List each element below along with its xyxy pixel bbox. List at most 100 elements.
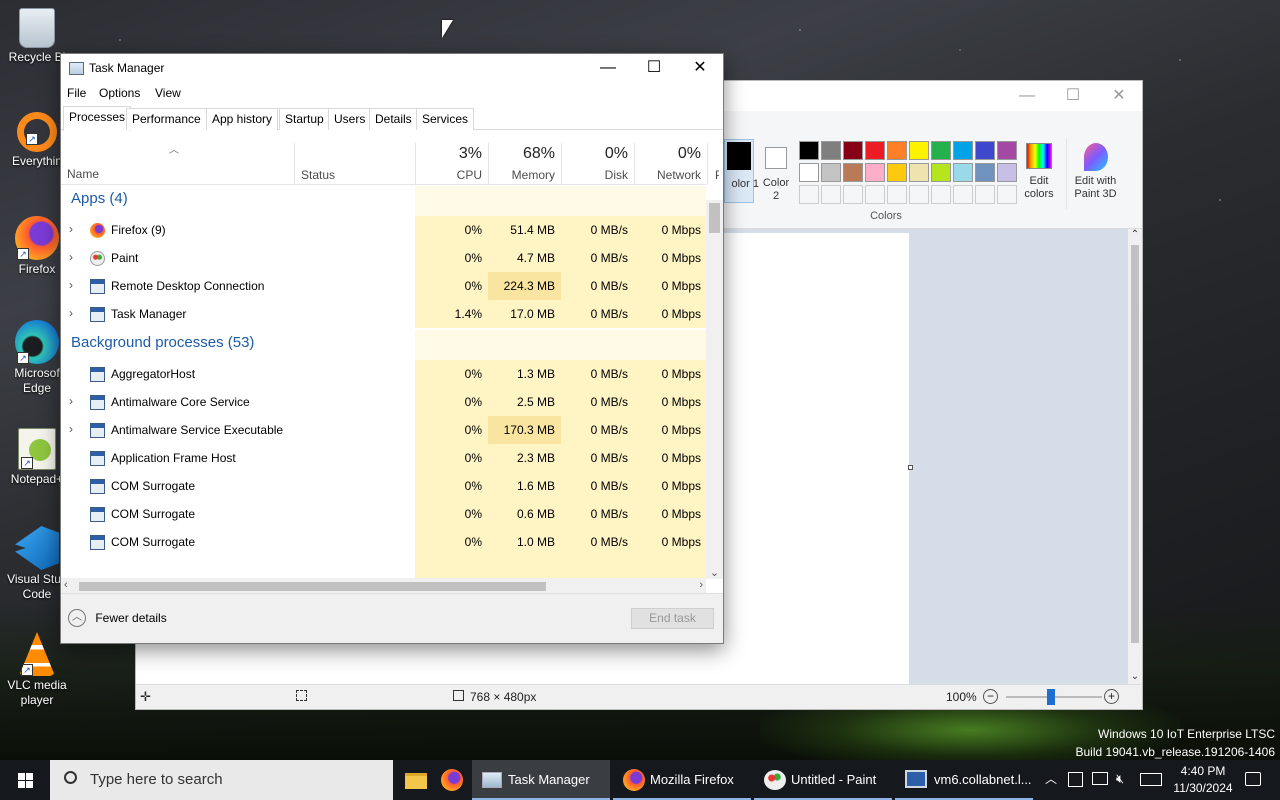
palette-swatch-empty[interactable] bbox=[931, 185, 951, 204]
taskbar-item-remote-desktop[interactable]: vm6.collabnet.l... bbox=[895, 760, 1033, 800]
fewer-details-button[interactable]: ︿ Fewer details bbox=[68, 609, 167, 629]
menu-options[interactable]: Options bbox=[99, 86, 140, 100]
scroll-down-arrow[interactable]: ⌄ bbox=[1128, 671, 1142, 682]
process-row[interactable]: › Antimalware Service Executable 0% 170.3 M… bbox=[61, 416, 706, 444]
palette-swatch[interactable] bbox=[799, 141, 819, 160]
palette-swatch[interactable] bbox=[865, 163, 885, 182]
palette-swatch[interactable] bbox=[975, 163, 995, 182]
palette-swatch-empty[interactable] bbox=[953, 185, 973, 204]
palette-swatch[interactable] bbox=[843, 163, 863, 182]
palette-swatch-empty[interactable] bbox=[843, 185, 863, 204]
file-explorer-button[interactable] bbox=[400, 760, 432, 800]
firefox-pinned-button[interactable] bbox=[436, 760, 468, 800]
palette-swatch-empty[interactable] bbox=[975, 185, 995, 204]
column-cpu[interactable]: 3% CPU bbox=[415, 143, 488, 185]
search-box[interactable]: Type here to search bbox=[50, 760, 393, 800]
process-vertical-scrollbar[interactable]: ⌄ bbox=[706, 200, 723, 579]
edit-with-paint3d-button[interactable]: Edit with Paint 3D bbox=[1066, 139, 1124, 209]
scroll-left-arrow[interactable]: ‹ bbox=[64, 579, 68, 591]
color2-button[interactable]: Color 2 bbox=[760, 141, 794, 205]
end-task-button[interactable]: End task bbox=[631, 608, 714, 629]
process-row-partial[interactable] bbox=[61, 556, 706, 578]
column-name[interactable]: Name bbox=[67, 167, 99, 181]
expand-chevron-icon[interactable]: › bbox=[69, 222, 73, 236]
process-row[interactable]: › Paint 0% 4.7 MB 0 MB/s 0 Mbps bbox=[61, 244, 706, 272]
taskbar-item-task-manager[interactable]: Task Manager bbox=[472, 760, 610, 800]
tab-details[interactable]: Details bbox=[369, 108, 418, 130]
paint-scroll-thumb[interactable] bbox=[1131, 245, 1139, 643]
palette-swatch[interactable] bbox=[931, 141, 951, 160]
network-tray-icon[interactable] bbox=[1092, 772, 1108, 785]
process-row[interactable]: COM Surrogate 0% 1.6 MB 0 MB/s 0 Mbps bbox=[61, 472, 706, 500]
scroll-up-arrow[interactable]: ⌃ bbox=[1128, 229, 1142, 240]
column-memory[interactable]: 68% Memory bbox=[488, 143, 561, 185]
paint-close-button[interactable]: ✕ bbox=[1096, 81, 1142, 111]
palette-swatch-empty[interactable] bbox=[799, 185, 819, 204]
start-button[interactable] bbox=[0, 760, 50, 800]
palette-swatch[interactable] bbox=[843, 141, 863, 160]
tab-startup[interactable]: Startup bbox=[279, 108, 330, 130]
palette-swatch[interactable] bbox=[887, 163, 907, 182]
column-power[interactable]: P bbox=[707, 143, 719, 185]
notification-center-icon[interactable] bbox=[1245, 772, 1261, 786]
clock[interactable]: 4:40 PM 11/30/2024 bbox=[1166, 763, 1240, 797]
tab-performance[interactable]: Performance bbox=[126, 108, 207, 130]
horizontal-scroll-thumb[interactable] bbox=[79, 582, 546, 591]
palette-swatch[interactable] bbox=[931, 163, 951, 182]
palette-swatch-empty[interactable] bbox=[865, 185, 885, 204]
security-tray-icon[interactable] bbox=[1068, 772, 1083, 787]
volume-muted-icon[interactable]: 🔇︎ bbox=[1116, 771, 1124, 787]
scroll-down-arrow[interactable]: ⌄ bbox=[706, 566, 723, 579]
palette-swatch[interactable] bbox=[887, 141, 907, 160]
tab-services[interactable]: Services bbox=[416, 108, 475, 130]
close-button[interactable]: ✕ bbox=[677, 54, 723, 84]
column-disk[interactable]: 0% Disk bbox=[561, 143, 634, 185]
palette-swatch-empty[interactable] bbox=[997, 185, 1017, 204]
process-row[interactable]: AggregatorHost 0% 1.3 MB 0 MB/s 0 Mbps bbox=[61, 360, 706, 388]
palette-swatch[interactable] bbox=[975, 141, 995, 160]
tab-app-history[interactable]: App history bbox=[206, 108, 279, 130]
process-row[interactable]: › Antimalware Core Service 0% 2.5 MB 0 MB/s 0… bbox=[61, 388, 706, 416]
palette-swatch-empty[interactable] bbox=[909, 185, 929, 204]
expand-chevron-icon[interactable]: › bbox=[69, 422, 73, 436]
palette-swatch-empty[interactable] bbox=[887, 185, 907, 204]
tab-processes[interactable]: Processes bbox=[63, 106, 132, 131]
taskbar-item-paint[interactable]: Untitled - Paint bbox=[754, 760, 892, 800]
maximize-button[interactable]: ☐ bbox=[631, 54, 677, 84]
zoom-slider-thumb[interactable] bbox=[1047, 689, 1055, 705]
palette-swatch[interactable] bbox=[799, 163, 819, 182]
palette-swatch[interactable] bbox=[821, 163, 841, 182]
paint-vertical-scrollbar[interactable]: ⌃ ⌄ bbox=[1128, 229, 1142, 684]
paint-minimize-button[interactable]: — bbox=[1004, 81, 1050, 111]
process-scroll-thumb[interactable] bbox=[709, 203, 720, 233]
palette-swatch[interactable] bbox=[909, 163, 929, 182]
zoom-in-button[interactable]: + bbox=[1104, 689, 1119, 704]
column-status[interactable]: Status bbox=[294, 143, 415, 185]
palette-swatch[interactable] bbox=[909, 141, 929, 160]
palette-swatch[interactable] bbox=[953, 141, 973, 160]
process-group-header[interactable]: Background processes (53) bbox=[71, 334, 254, 351]
process-row[interactable]: › Task Manager 1.4% 17.0 MB 0 MB/s 0 Mbps bbox=[61, 300, 706, 328]
paint-maximize-button[interactable]: ☐ bbox=[1050, 81, 1096, 111]
zoom-slider[interactable] bbox=[1006, 689, 1102, 705]
process-row[interactable]: › Firefox (9) 0% 51.4 MB 0 MB/s 0 Mbps bbox=[61, 216, 706, 244]
palette-swatch[interactable] bbox=[997, 163, 1017, 182]
palette-swatch[interactable] bbox=[821, 141, 841, 160]
palette-swatch[interactable] bbox=[865, 141, 885, 160]
taskbar-item-firefox[interactable]: Mozilla Firefox bbox=[613, 760, 751, 800]
expand-chevron-icon[interactable]: › bbox=[69, 250, 73, 264]
menu-file[interactable]: File bbox=[67, 86, 86, 100]
tab-users[interactable]: Users bbox=[328, 108, 372, 130]
keyboard-tray-icon[interactable] bbox=[1140, 773, 1162, 786]
scroll-right-arrow[interactable]: › bbox=[699, 579, 703, 591]
minimize-button[interactable]: — bbox=[585, 54, 631, 84]
expand-chevron-icon[interactable]: › bbox=[69, 278, 73, 292]
edit-colors-button[interactable]: Edit colors bbox=[1020, 139, 1058, 209]
canvas-resize-handle[interactable] bbox=[908, 465, 913, 470]
show-hidden-icons-button[interactable]: ︿ bbox=[1043, 770, 1059, 787]
color1-button[interactable]: olor 1 bbox=[724, 139, 759, 203]
task-manager-window[interactable]: Task Manager — ☐ ✕ File Options View Pro… bbox=[60, 53, 724, 644]
process-row[interactable]: COM Surrogate 0% 1.0 MB 0 MB/s 0 Mbps bbox=[61, 528, 706, 556]
zoom-out-button[interactable]: − bbox=[983, 689, 998, 704]
menu-view[interactable]: View bbox=[155, 86, 181, 100]
